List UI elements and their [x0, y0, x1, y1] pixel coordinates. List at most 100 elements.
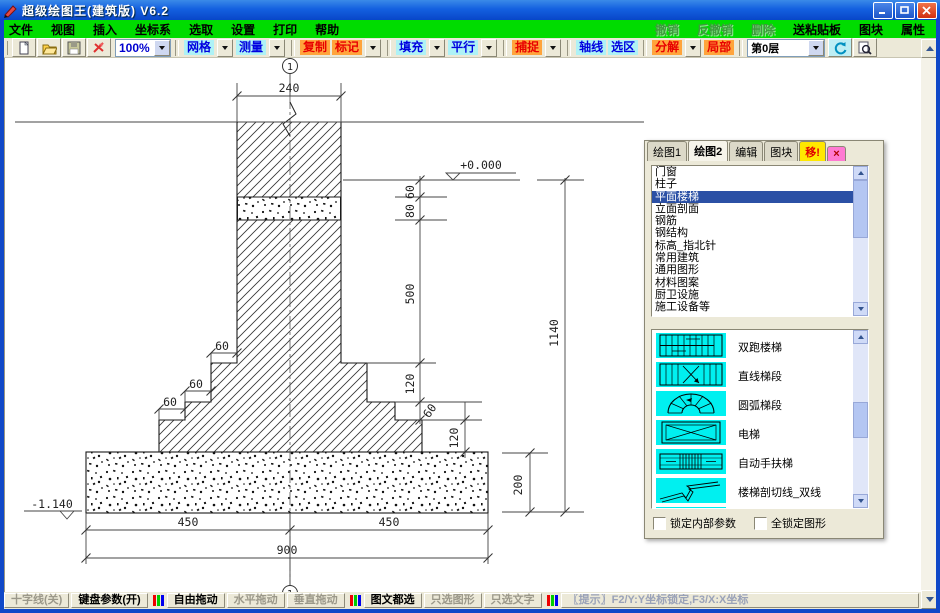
refresh-button[interactable]	[828, 38, 852, 57]
layer-dropdown-button[interactable]	[808, 40, 824, 56]
copy-button[interactable]: 复制	[300, 40, 330, 55]
mark-button[interactable]: 标记	[332, 40, 362, 55]
list-item[interactable]: 施工设备等	[652, 301, 868, 313]
scroll-down-button[interactable]	[853, 494, 868, 508]
scrollbar-thumb[interactable]	[853, 180, 868, 238]
canvas-vertical-scrollbar[interactable]	[921, 39, 937, 609]
save-button[interactable]	[62, 38, 86, 57]
fill-dropdown-button[interactable]	[429, 39, 445, 57]
menu-settings[interactable]: 设置	[222, 21, 264, 38]
list-item[interactable]: 立面剖面	[652, 203, 868, 215]
region-button[interactable]: 选区	[608, 40, 638, 55]
tab-draw2[interactable]: 绘图2	[688, 140, 728, 161]
tab-edit[interactable]: 编辑	[729, 141, 763, 161]
category-scrollbar[interactable]	[853, 166, 868, 316]
list-item-partial[interactable]	[652, 506, 868, 508]
dim-foot-left: 450	[178, 515, 199, 529]
zoom-dropdown-button[interactable]	[154, 40, 170, 56]
menu-select[interactable]: 选取	[180, 21, 222, 38]
list-item[interactable]: 厨卫设施	[652, 289, 868, 301]
preview-button[interactable]	[853, 38, 877, 57]
dim-foot-total: 900	[277, 543, 298, 557]
list-item[interactable]: 通用图形	[652, 264, 868, 276]
menu-block[interactable]: 图块	[850, 21, 892, 38]
tab-draw1[interactable]: 绘图1	[647, 141, 687, 161]
list-item-selected[interactable]: 平面楼梯	[652, 191, 868, 203]
dim-foot-right: 450	[379, 515, 400, 529]
scroll-up-button[interactable]	[853, 166, 868, 180]
menu-print[interactable]: 打印	[264, 21, 306, 38]
list-item[interactable]: 常用建筑	[652, 252, 868, 264]
list-item[interactable]: 自动手扶梯	[652, 448, 868, 477]
mark-dropdown-button[interactable]	[365, 39, 381, 57]
list-item[interactable]: 钢筋	[652, 215, 868, 227]
level-zero: +0.000	[460, 158, 502, 172]
scroll-down-button[interactable]	[853, 302, 868, 316]
parallel-dropdown-button[interactable]	[481, 39, 497, 57]
status-select-both[interactable]: 图文都选	[364, 593, 422, 608]
panel-close-button[interactable]: ×	[827, 146, 846, 161]
stair-scrollbar[interactable]	[853, 330, 868, 508]
scrollbar-thumb[interactable]	[853, 402, 868, 438]
explode-dropdown-button[interactable]	[685, 39, 701, 57]
parallel-button[interactable]: 平行	[448, 40, 478, 55]
status-hint: 〖提示〗F2/Y:Y坐标锁定,F3/X:X坐标	[561, 593, 919, 608]
grid-button[interactable]: 网格	[184, 40, 214, 55]
measure-dropdown-button[interactable]	[269, 39, 285, 57]
axis-line-button[interactable]: 轴线	[576, 40, 606, 55]
list-item[interactable]: 材料图案	[652, 277, 868, 289]
snap-dropdown-button[interactable]	[545, 39, 561, 57]
list-item[interactable]: 电梯	[652, 419, 868, 448]
status-select-text[interactable]: 只选文字	[484, 593, 542, 608]
arrow-up-icon	[926, 42, 934, 51]
transform-stamp-button[interactable]	[87, 38, 111, 57]
status-vertical-drag[interactable]: 垂直拖动	[287, 593, 345, 608]
zoom-combobox[interactable]: 100%	[115, 39, 171, 57]
open-file-button[interactable]	[37, 38, 61, 57]
menu-properties[interactable]: 属性	[892, 21, 934, 38]
list-item[interactable]: 双跑楼梯	[652, 332, 868, 361]
chevron-down-icon	[222, 46, 228, 53]
menu-help[interactable]: 帮助	[306, 21, 348, 38]
axis-bubble-top: 1	[287, 62, 293, 73]
grid-dropdown-button[interactable]	[217, 39, 233, 57]
menu-redo: 反撤销	[688, 21, 742, 38]
status-select-shapes[interactable]: 只选图形	[424, 593, 482, 608]
tab-block[interactable]: 图块	[764, 141, 798, 161]
dim-step-r-c: 120	[447, 428, 461, 449]
measure-button[interactable]: 测量	[236, 40, 266, 55]
lock-all-shapes-checkbox[interactable]	[754, 517, 767, 530]
new-file-button[interactable]	[12, 38, 36, 57]
explode-button[interactable]: 分解	[652, 40, 682, 55]
lock-internal-params-checkbox[interactable]	[653, 517, 666, 530]
list-item[interactable]: 钢结构	[652, 227, 868, 239]
snap-button[interactable]: 捕捉	[512, 40, 542, 55]
minimize-button[interactable]	[873, 2, 893, 19]
menu-insert[interactable]: 插入	[84, 21, 126, 38]
list-item[interactable]: 柱子	[652, 178, 868, 190]
status-free-drag[interactable]: 自由拖动	[167, 593, 225, 608]
status-crosshair[interactable]: 十字线(关)	[4, 593, 69, 608]
list-item[interactable]: 直线梯段	[652, 361, 868, 390]
menu-coordsys[interactable]: 坐标系	[126, 21, 180, 38]
menu-file[interactable]: 文件	[0, 21, 42, 38]
list-item[interactable]: 楼梯剖切线_双线	[652, 477, 868, 506]
scroll-up-button[interactable]	[853, 330, 868, 344]
layer-combobox[interactable]: 第0层	[747, 39, 825, 57]
stair-section-cut-line-icon	[656, 478, 726, 503]
maximize-button[interactable]	[895, 2, 915, 19]
menu-view[interactable]: 视图	[42, 21, 84, 38]
menu-to-clipboard[interactable]: 送粘贴板	[784, 21, 850, 38]
wall-section	[86, 122, 488, 513]
double-run-stair-icon	[656, 333, 726, 358]
list-item[interactable]: 标高_指北针	[652, 240, 868, 252]
status-horizontal-drag[interactable]: 水平拖动	[227, 593, 285, 608]
list-item[interactable]: 圆弧梯段	[652, 390, 868, 419]
status-keyboard-params[interactable]: 键盘参数(开)	[71, 593, 147, 608]
partial-button[interactable]: 局部	[704, 40, 734, 55]
close-button[interactable]	[917, 2, 937, 19]
dim-band-lower: 80	[403, 204, 417, 218]
fill-button[interactable]: 填充	[396, 40, 426, 55]
tab-move[interactable]: 移!	[799, 141, 826, 161]
list-item[interactable]: 门窗	[652, 166, 868, 178]
